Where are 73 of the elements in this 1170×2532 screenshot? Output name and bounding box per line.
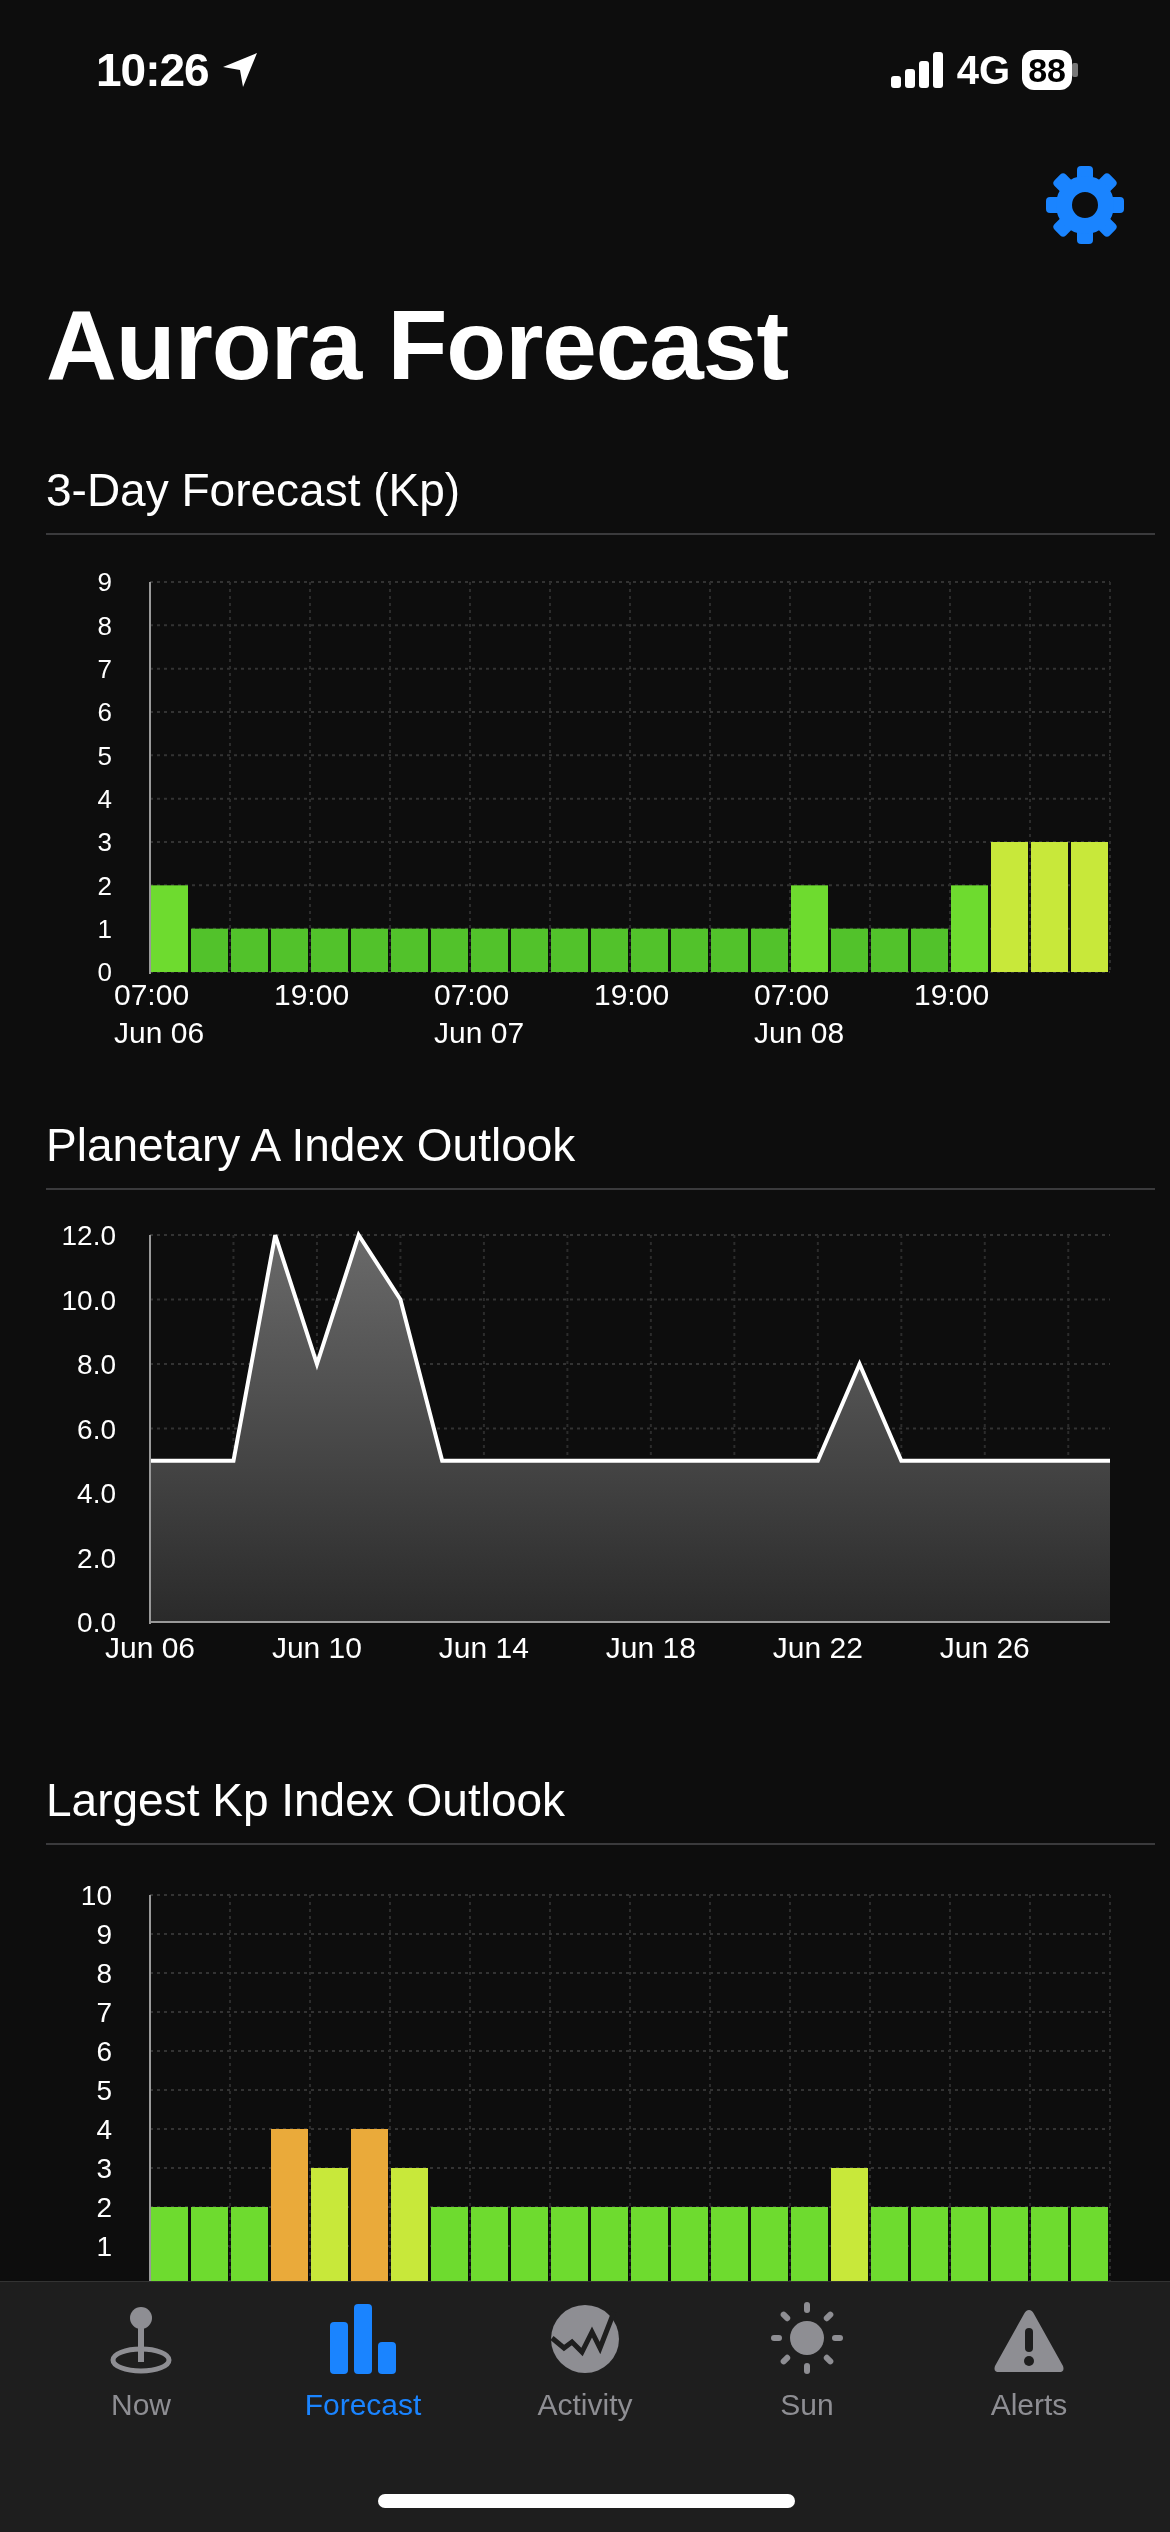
page-title: Aurora Forecast: [46, 289, 789, 402]
y-axis-label: 7: [96, 1997, 112, 2029]
bar: [911, 928, 948, 972]
bar: [431, 928, 468, 972]
y-axis-label: 6: [96, 2036, 112, 2068]
y-axis-label: 3: [97, 827, 112, 858]
bar: [351, 928, 388, 972]
x-axis-label: 07:00 Jun 07: [434, 978, 525, 1049]
y-axis-label: 2: [96, 2192, 112, 2224]
x-axis-label: Jun 22: [772, 1631, 863, 1664]
bar: [471, 928, 508, 972]
tab[interactable]: Sun: [696, 2302, 918, 2422]
tab[interactable]: Now: [30, 2302, 252, 2422]
tab[interactable]: Alerts: [918, 2302, 1140, 2422]
tab[interactable]: Activity: [474, 2302, 696, 2422]
y-axis-label: 9: [97, 567, 112, 598]
y-axis-label: 1: [96, 2231, 112, 2263]
x-axis-label: Jun 10: [271, 1631, 362, 1664]
section-title: Largest Kp Index Outlook: [46, 1770, 1155, 1845]
signal-icon: [890, 52, 945, 88]
clock-time: 10:26: [96, 43, 209, 97]
bar: [711, 928, 748, 972]
x-axis-label: Jun 14: [438, 1631, 529, 1664]
x-axis-label: Jun 18: [605, 1631, 696, 1664]
settings-icon[interactable]: [1046, 166, 1124, 244]
x-axis-label: 19:00: [274, 978, 350, 1011]
y-axis-label: 12.0: [61, 1220, 116, 1252]
y-axis-label: 10: [80, 1880, 112, 1912]
y-axis-label: 4.0: [77, 1478, 116, 1510]
y-axis-label: 0: [97, 957, 112, 988]
x-axis-label: 19:00: [914, 978, 990, 1011]
network-type: 4G: [956, 47, 1011, 93]
warning-icon: [993, 2308, 1065, 2374]
section-title: 3-Day Forecast (Kp): [46, 460, 1155, 535]
y-axis-label: 8.0: [77, 1349, 116, 1381]
activity-wave-icon: [550, 2304, 620, 2374]
x-axis-label: 07:00 Jun 08: [754, 978, 845, 1049]
y-axis-label: 9: [96, 1919, 112, 1951]
x-axis-label: Jun 26: [939, 1631, 1030, 1664]
y-axis-label: 1: [97, 914, 112, 945]
bar: [271, 928, 308, 972]
bar: [751, 928, 788, 972]
bar: [591, 928, 628, 972]
x-axis-label: 07:00 Jun 06: [114, 978, 205, 1049]
sun-icon: [771, 2302, 843, 2374]
bar: [631, 928, 668, 972]
bar: [391, 928, 428, 972]
bar: [671, 928, 708, 972]
y-axis-label: 3: [96, 2153, 112, 2185]
y-axis-label: 8: [97, 610, 112, 641]
y-axis-label: 7: [97, 654, 112, 685]
bar: [311, 928, 348, 972]
y-axis-label: 10.0: [61, 1284, 116, 1316]
tab[interactable]: Forecast: [252, 2302, 474, 2422]
x-axis-label: 19:00: [594, 978, 670, 1011]
y-axis-label: 2: [97, 870, 112, 901]
y-axis-label: 5: [96, 2075, 112, 2107]
y-axis-label: 4: [97, 784, 112, 815]
bar: [191, 928, 228, 972]
y-axis-label: 5: [97, 740, 112, 771]
bar-chart-icon: [328, 2304, 398, 2374]
bar: [231, 928, 268, 972]
bar: [511, 928, 548, 972]
y-axis-label: 6.0: [77, 1413, 116, 1445]
section-title: Planetary A Index Outlook: [46, 1115, 1155, 1190]
bar: [831, 928, 868, 972]
y-axis-label: 8: [96, 1958, 112, 1990]
y-axis-label: 2.0: [77, 1542, 116, 1574]
bar: [551, 928, 588, 972]
map-pin-icon: [108, 2304, 174, 2374]
y-axis-label: 4: [96, 2114, 112, 2146]
bar: [871, 928, 908, 972]
y-axis-label: 6: [97, 697, 112, 728]
